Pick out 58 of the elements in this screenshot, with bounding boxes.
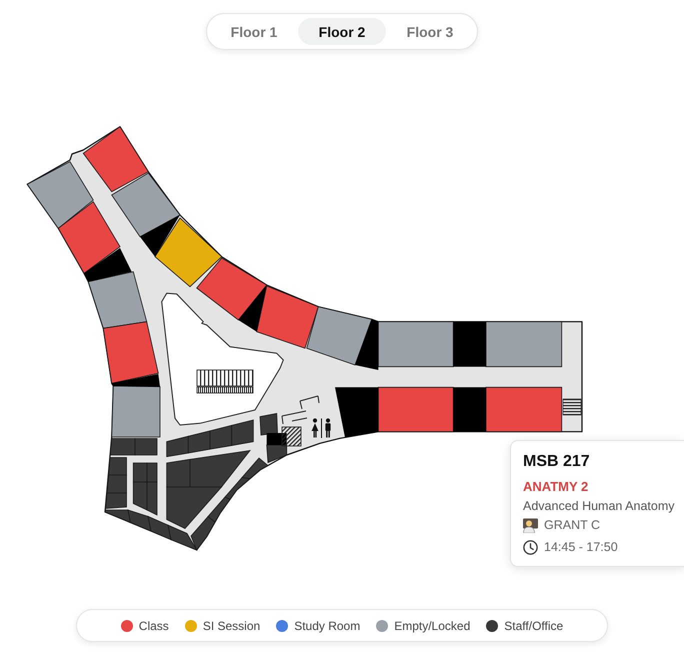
room[interactable] xyxy=(102,321,159,384)
room[interactable] xyxy=(146,482,158,516)
room[interactable] xyxy=(166,436,189,458)
floor-tab[interactable]: Floor 2 xyxy=(298,18,386,45)
room[interactable] xyxy=(104,510,132,524)
class-time: 14:45 - 17:50 xyxy=(544,539,618,556)
floor-tab[interactable]: Floor 1 xyxy=(210,18,298,45)
restroom-icon xyxy=(312,418,331,438)
room[interactable] xyxy=(58,201,121,274)
room[interactable] xyxy=(266,444,288,464)
floor-tab[interactable]: Floor 3 xyxy=(386,18,474,45)
service-core xyxy=(238,285,267,332)
room[interactable] xyxy=(378,321,454,368)
room[interactable] xyxy=(88,271,148,329)
room[interactable] xyxy=(127,509,152,532)
room-number: MSB 217 xyxy=(523,452,591,472)
service-core xyxy=(453,387,486,432)
service-core xyxy=(453,322,486,367)
room[interactable] xyxy=(256,285,319,349)
room[interactable] xyxy=(111,386,160,438)
room[interactable] xyxy=(82,126,149,192)
clock-icon xyxy=(523,540,538,555)
room[interactable] xyxy=(111,172,181,238)
interior-wall xyxy=(282,396,320,424)
room[interactable] xyxy=(306,306,372,366)
room[interactable] xyxy=(132,462,148,482)
course-code: ANATMY 2 xyxy=(523,478,590,496)
room[interactable] xyxy=(26,161,94,229)
legend-label: Study Room xyxy=(294,618,360,632)
room[interactable] xyxy=(241,457,269,480)
instructor-name: GRANT C xyxy=(544,517,600,534)
legend-label: Staff/Office xyxy=(504,618,564,632)
room[interactable] xyxy=(105,492,127,509)
room[interactable] xyxy=(207,496,231,523)
room[interactable] xyxy=(210,424,232,450)
legend-label: Class xyxy=(138,618,169,632)
legend-label: Empty/Locked xyxy=(394,618,470,632)
legend-label: SI Session xyxy=(202,618,260,632)
service-core xyxy=(84,248,132,282)
room[interactable] xyxy=(108,457,127,476)
stairs-icon xyxy=(282,426,302,446)
room[interactable] xyxy=(486,321,562,368)
course-title: Advanced Human Anatomy xyxy=(523,498,676,515)
room[interactable] xyxy=(231,419,254,446)
teacher-icon xyxy=(523,518,538,533)
room[interactable] xyxy=(224,477,251,500)
service-core xyxy=(140,215,180,257)
room[interactable] xyxy=(196,257,268,321)
room[interactable] xyxy=(190,516,216,551)
service-core xyxy=(335,387,378,438)
stairs-icon xyxy=(196,370,254,394)
room[interactable] xyxy=(147,516,172,540)
room[interactable] xyxy=(106,474,127,494)
room[interactable] xyxy=(188,430,210,454)
room[interactable] xyxy=(167,524,198,551)
room[interactable] xyxy=(110,438,136,456)
stairs-icon xyxy=(562,398,582,416)
room[interactable] xyxy=(154,217,222,288)
